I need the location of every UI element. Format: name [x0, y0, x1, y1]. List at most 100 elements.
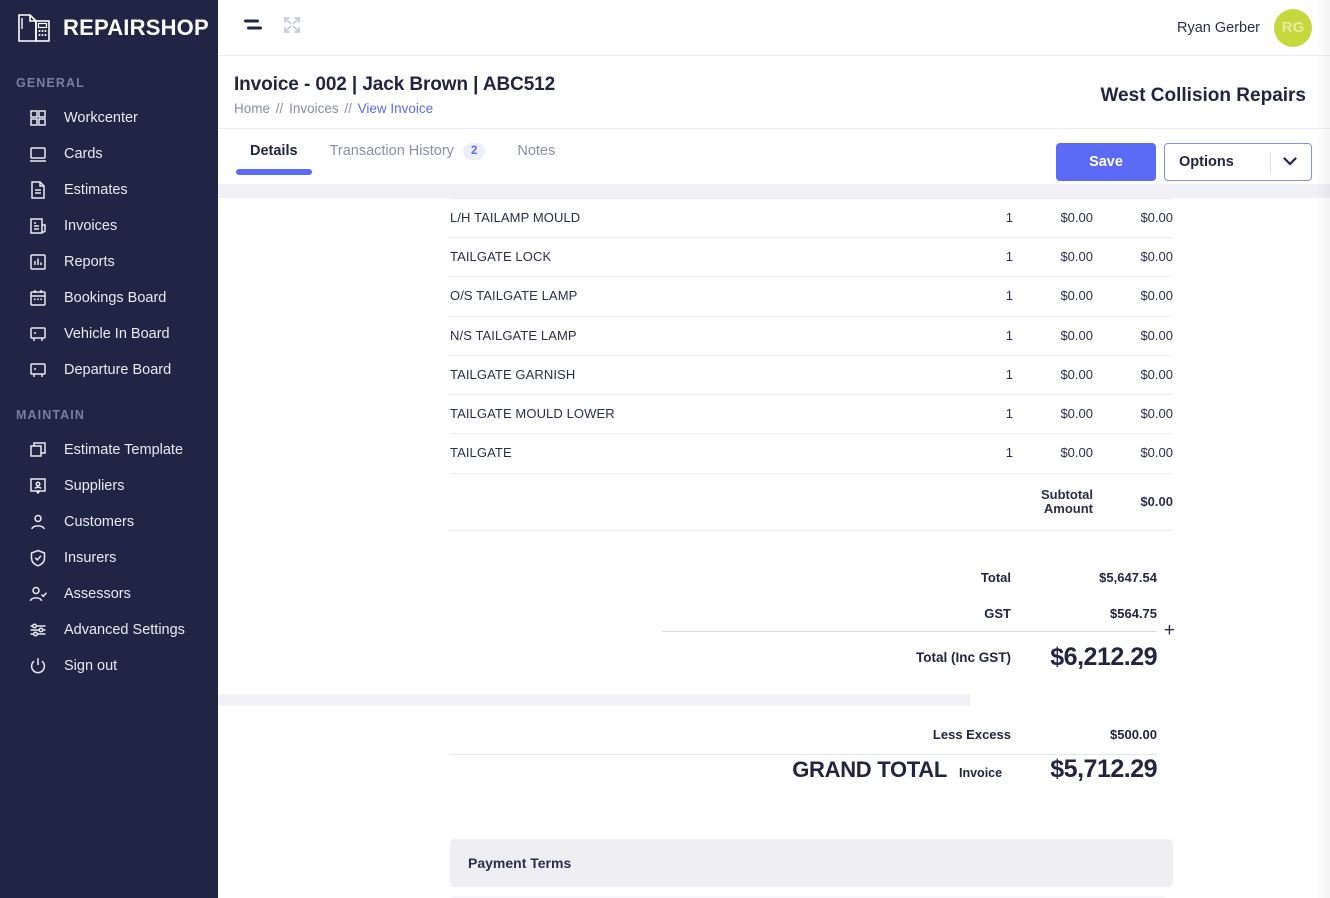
sidebar-item-label: Assessors [64, 585, 131, 602]
sidebar-item-suppliers[interactable]: Suppliers [0, 468, 218, 504]
table-row[interactable]: L/H TAILAMP MOULD 1 $0.00 $0.00 [450, 198, 1173, 238]
subtotal-value: $0.00 [1140, 493, 1173, 509]
subtotal-label: Subtotal Amount [1041, 486, 1093, 517]
shield-check-icon [28, 548, 48, 568]
item-amount: $0.00 [1140, 288, 1173, 304]
bar-chart-icon [28, 252, 48, 272]
sidebar: REPAIRSHOP GENERAL Workcenter Cards Esti… [0, 0, 218, 898]
invoice-icon [28, 216, 48, 236]
save-button[interactable]: Save [1056, 142, 1156, 181]
grand-total-subtype: Invoice [959, 766, 1003, 781]
sidebar-item-advanced-settings[interactable]: Advanced Settings [0, 612, 218, 648]
sidebar-item-label: Bookings Board [64, 289, 167, 306]
table-row[interactable]: TAILGATE MOULD LOWER 1 $0.00 $0.00 [450, 395, 1173, 434]
table-row[interactable]: TAILGATE LOCK 1 $0.00 $0.00 [450, 237, 1173, 277]
tab-active-indicator [236, 168, 312, 175]
sidebar-item-estimates[interactable]: Estimates [0, 172, 218, 208]
payment-terms-card[interactable]: Payment Terms [450, 839, 1173, 888]
item-qty: 1 [1005, 248, 1013, 264]
less-excess-value: $500.00 [1110, 726, 1157, 742]
invoice-content: L/H TAILAMP MOULD 1 $0.00 $0.00 TAILGATE… [218, 198, 1330, 898]
breadcrumb-home[interactable]: Home [234, 101, 270, 116]
sidebar-item-estimate-template[interactable]: Estimate Template [0, 432, 218, 468]
subtotal-row: Subtotal Amount $0.00 [450, 473, 1173, 531]
user-check-icon [28, 584, 48, 604]
sidebar-item-cards[interactable]: Cards [0, 136, 218, 172]
item-description: L/H TAILAMP MOULD [450, 209, 581, 225]
breadcrumb-invoices[interactable]: Invoices [289, 101, 339, 116]
user-name: Ryan Gerber [1176, 19, 1260, 36]
item-amount: $0.00 [1140, 327, 1173, 343]
tab-badge: 2 [462, 142, 486, 161]
tab-notes[interactable]: Notes [501, 144, 571, 175]
plus-sign-icon: + [1163, 620, 1175, 642]
item-qty: 1 [1005, 327, 1013, 343]
item-rate: $0.00 [1060, 327, 1093, 343]
document-lines-icon [28, 180, 48, 200]
tab-transaction-history[interactable]: Transaction History 2 [314, 142, 502, 177]
page-header: Invoice - 002 | Jack Brown | ABC512 Home… [218, 56, 1330, 129]
gst-label: GST [984, 605, 1011, 621]
sidebar-item-label: Departure Board [64, 361, 172, 378]
table-row[interactable]: O/S TAILGATE LAMP 1 $0.00 $0.00 [450, 277, 1173, 317]
sidebar-item-label: Suppliers [64, 477, 125, 494]
totals-gray-band [218, 694, 970, 707]
item-qty: 1 [1005, 366, 1013, 382]
tab-details[interactable]: Details [234, 144, 314, 175]
sidebar-item-reports[interactable]: Reports [0, 244, 218, 280]
sidebar-item-sign-out[interactable]: Sign out [0, 648, 218, 684]
total-inc-gst-label: Total (Inc GST) [916, 649, 1011, 665]
collapse-menu-icon[interactable] [242, 16, 264, 39]
item-rate: $0.00 [1060, 366, 1093, 382]
calendar-icon [28, 288, 48, 308]
avatar[interactable]: RG [1274, 8, 1312, 47]
sidebar-item-workcenter[interactable]: Workcenter [0, 100, 218, 136]
item-description: N/S TAILGATE LAMP [450, 327, 577, 343]
tab-label: Transaction History [329, 143, 454, 160]
line-items-table: L/H TAILAMP MOULD 1 $0.00 $0.00 TAILGATE… [450, 198, 1173, 532]
board-in-icon [28, 324, 48, 344]
company-name: West Collision Repairs [1100, 84, 1306, 106]
tab-actions: Save Options [1056, 142, 1312, 187]
options-dropdown-button[interactable]: Options [1164, 142, 1312, 181]
subtotal-spacer [450, 473, 933, 531]
sidebar-item-label: Customers [64, 513, 135, 530]
id-card-icon [28, 476, 48, 496]
sidebar-item-customers[interactable]: Customers [0, 504, 218, 540]
item-qty: 1 [1005, 209, 1013, 225]
grand-total-value: $5,712.29 [1050, 755, 1157, 784]
item-description: TAILGATE MOULD LOWER [450, 406, 615, 422]
totals-divider: + [662, 621, 1175, 640]
sidebar-item-label: Invoices [64, 217, 118, 234]
less-excess-label: Less Excess [932, 726, 1011, 742]
item-amount: $0.00 [1140, 445, 1173, 461]
sidebar-item-departure-board[interactable]: Departure Board [0, 352, 218, 388]
sidebar-item-insurers[interactable]: Insurers [0, 540, 218, 576]
breadcrumb-separator: // [275, 100, 284, 116]
brand[interactable]: REPAIRSHOP [0, 0, 218, 56]
item-rate: $0.00 [1060, 445, 1093, 461]
table-row[interactable]: TAILGATE GARNISH 1 $0.00 $0.00 [450, 355, 1173, 395]
copy-icon [28, 440, 48, 460]
sidebar-section-general: GENERAL [16, 76, 85, 90]
sidebar-item-label: Vehicle In Board [64, 325, 170, 342]
item-qty: 1 [1005, 406, 1013, 422]
sidebar-item-vehicle-in-board[interactable]: Vehicle In Board [0, 316, 218, 352]
user-area[interactable]: Ryan Gerber RG [1176, 8, 1312, 47]
sidebar-item-invoices[interactable]: Invoices [0, 208, 218, 244]
item-rate: $0.00 [1060, 406, 1093, 422]
total-inc-gst-row: Total (Inc GST) $6,212.29 [450, 632, 1173, 682]
table-row[interactable]: TAILGATE 1 $0.00 $0.00 [450, 434, 1173, 474]
brand-name: REPAIRSHOP [63, 15, 209, 40]
total-inc-gst-value: $6,212.29 [1050, 642, 1157, 671]
grid-icon [28, 108, 48, 128]
table-row[interactable]: N/S TAILGATE LAMP 1 $0.00 $0.00 [450, 316, 1173, 356]
sidebar-item-label: Advanced Settings [64, 621, 185, 638]
tab-label: Details [250, 143, 298, 160]
sidebar-item-bookings-board[interactable]: Bookings Board [0, 280, 218, 316]
item-description: TAILGATE [450, 445, 512, 461]
totals-block: Total $5,647.54 GST $564.75 + Total (Inc… [450, 531, 1175, 682]
fullscreen-expand-icon[interactable] [282, 15, 302, 40]
breadcrumb-current[interactable]: View Invoice [358, 101, 434, 116]
sidebar-item-assessors[interactable]: Assessors [0, 576, 218, 612]
